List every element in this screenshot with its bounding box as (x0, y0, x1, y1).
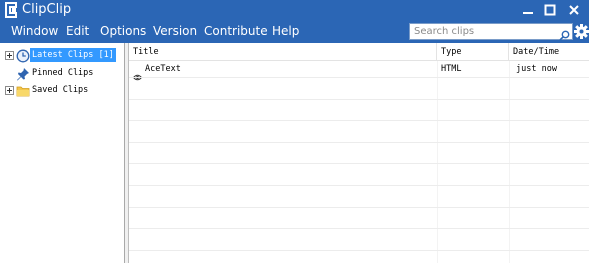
row-divider (129, 99, 589, 100)
menu-version[interactable]: Version (153, 23, 197, 39)
clock-icon (16, 48, 30, 63)
close-button[interactable] (563, 1, 585, 19)
cell-type: HTML (441, 64, 462, 74)
tree-item-latest-clips[interactable]: Latest Clips [1] (0, 47, 125, 63)
menu-bar: Window Edit Options Version Contribute H… (0, 20, 589, 43)
menu-edit[interactable]: Edit (66, 23, 89, 39)
search-box (409, 23, 573, 41)
tree-item-pinned-clips[interactable]: Pinned Clips (0, 65, 125, 81)
title-bar: ClipClip (0, 0, 589, 20)
menu-contribute[interactable]: Contribute (204, 23, 268, 39)
menu-options[interactable]: Options (100, 23, 146, 39)
row-divider (129, 228, 589, 229)
pin-icon (16, 66, 30, 81)
table-row[interactable]: AceText HTML just now (129, 64, 589, 81)
row-divider (129, 163, 589, 164)
search-input[interactable] (410, 24, 558, 39)
row-divider (129, 185, 589, 186)
close-icon (569, 5, 579, 15)
column-header-title[interactable]: Title (129, 43, 437, 61)
app-title: ClipClip (22, 2, 72, 17)
row-divider (129, 142, 589, 143)
row-divider (129, 250, 589, 251)
row-divider (129, 77, 589, 78)
column-header-datetime[interactable]: Date/Time (509, 43, 589, 61)
row-divider (129, 207, 589, 208)
tree-item-label: Saved Clips (32, 85, 89, 95)
gear-icon[interactable] (574, 23, 589, 40)
maximize-icon (544, 4, 556, 16)
column-header-type[interactable]: Type (437, 43, 509, 61)
cell-title: AceText (145, 64, 181, 74)
minimize-icon (523, 12, 533, 14)
column-divider (509, 61, 510, 263)
maximize-button[interactable] (539, 1, 561, 19)
tree-item-label: Latest Clips [1] (30, 48, 116, 62)
tree-item-saved-clips[interactable]: Saved Clips (0, 82, 125, 98)
menu-help[interactable]: Help (272, 23, 299, 39)
grid-header: Title Type Date/Time (129, 43, 589, 61)
column-divider (437, 61, 438, 263)
menu-window[interactable]: Window (11, 23, 58, 39)
expand-icon[interactable] (5, 86, 14, 95)
clipclip-logo-icon (4, 2, 18, 18)
cell-datetime: just now (516, 64, 557, 74)
row-divider (129, 120, 589, 121)
expand-icon[interactable] (5, 51, 14, 60)
clip-grid: Title Type Date/Time AceText HTML just n… (128, 43, 589, 263)
search-icon[interactable] (559, 26, 570, 41)
eye-icon (132, 66, 143, 81)
clip-tree: Latest Clips [1] Pinned Clips Saved Clip… (0, 43, 125, 263)
tree-item-label: Pinned Clips (32, 68, 94, 78)
folder-icon (16, 83, 30, 97)
minimize-button[interactable] (517, 1, 539, 19)
